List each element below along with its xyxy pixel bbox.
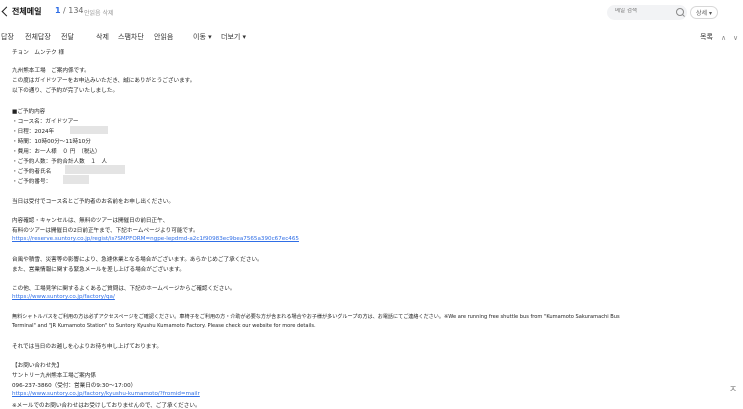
mark-unread-button[interactable]: 안읽음	[154, 32, 173, 42]
search-icon[interactable]	[676, 8, 684, 16]
body-line: 有料のツアーは開催日の2日前正午まで、下記ホームページより可能です。	[12, 228, 199, 234]
factory-link[interactable]: https://www.suntory.co.jp/factory/kyushu…	[12, 391, 200, 397]
delete-button[interactable]: 삭제	[96, 32, 109, 42]
body-line: ※メールでのお問い合わせはお受けしておりませんので、ご了承ください。	[12, 403, 201, 409]
body-line: 内容確認・キャンセルは、無料のツアーは開催日の前日正午、	[12, 218, 169, 224]
contact-heading: 【お問い合わせ先】	[12, 363, 63, 369]
search-box[interactable]	[607, 5, 687, 20]
shuttle-info-line: 無料シャトルバスをご利用の方は必ずアクセスページをご確認ください。車椅子をご利用…	[12, 314, 620, 320]
mail-count-current: 1	[55, 6, 61, 15]
redacted-date	[70, 126, 108, 134]
back-chevron-icon[interactable]	[1, 6, 12, 17]
mail-toolbar: 답장 전체답장 전달 삭제 스팸차단 안읽음 이동 ▾ 더보기 ▾ 목록	[0, 30, 743, 46]
body-line: それでは当日のお越しを心よりお待ち申し上げております。	[12, 344, 163, 350]
redacted-number	[63, 175, 89, 184]
reservation-people: ・ご予約人数：予約合計人数 １ 人	[12, 159, 108, 165]
body-line: この度はガイドツアーをお申込みいただき、誠にありがとうございます。	[12, 78, 196, 84]
mail-header: 전체메일 1 / 134 안읽음 삭제 상세 ▾	[0, 0, 743, 26]
reservation-number: ・ご予約番号：	[12, 179, 52, 185]
reservation-course: ・コース名：ガイドツアー	[12, 119, 79, 125]
previous-mail-button[interactable]: ∧	[721, 34, 726, 42]
body-line: また、営業情報に関する緊急メールを差し上げる場合がございます。	[12, 267, 185, 273]
body-line: 九州熊本工場 ご案内係です。	[12, 68, 90, 74]
redacted-name	[65, 165, 125, 174]
search-input[interactable]	[615, 8, 675, 14]
detail-search-button[interactable]: 상세 ▾	[690, 6, 718, 19]
mail-count-total: / 134	[63, 6, 84, 15]
recipient-line: チョン ムンテク 様	[12, 50, 65, 56]
reservation-time: ・時間：10時00分～11時10分	[12, 139, 91, 145]
body-line: 当日は受付でコース名とご予約者のお名前をお申し出ください。	[12, 199, 174, 205]
delete-unread-button[interactable]: 안읽음 삭제	[84, 8, 114, 17]
reservation-name: ・ご予約者氏名	[12, 169, 52, 175]
contact-phone: 096-237-3860（受付：営業日の9:30～17:00）	[12, 383, 137, 389]
spam-block-button[interactable]: 스팸차단	[118, 32, 144, 42]
move-dropdown[interactable]: 이동 ▾	[193, 32, 212, 42]
reply-button[interactable]: 답장	[1, 32, 14, 42]
forward-button[interactable]: 전달	[61, 32, 74, 42]
more-dropdown[interactable]: 더보기 ▾	[221, 32, 246, 42]
reservation-fee: ・費用：お一人様 ０ 円 （税込）	[12, 149, 101, 155]
reply-all-button[interactable]: 전체답장	[25, 32, 51, 42]
faq-link[interactable]: https://www.suntory.co.jp/factory/qa/	[12, 294, 115, 300]
reservation-link[interactable]: https://reserve.suntory.co.jp/regist/is?…	[12, 236, 299, 242]
body-line: この他、工場見学に関するよくあるご質問は、下記のホームページからご確認ください。	[12, 286, 236, 292]
shuttle-info-line: Terminal" and "JR Kumamoto Station" to S…	[12, 323, 316, 329]
contact-name: サントリー九州熊本工場ご案内係	[12, 373, 96, 379]
body-line: 以下の通り、ご予約が完了いたしました。	[12, 88, 119, 94]
reservation-date: ・日程：2024年	[12, 129, 55, 135]
list-button[interactable]: 목록	[700, 32, 713, 42]
body-line: 台風や積雪、災害等の影響により、急遽休業となる場合がございます。あらかじめご了承…	[12, 257, 263, 263]
next-mail-button[interactable]: ∨	[733, 34, 738, 42]
reservation-heading: ■ご予約内容	[12, 109, 46, 115]
folder-title[interactable]: 전체메일	[12, 6, 41, 17]
scroll-to-top-button[interactable]: ㅈ	[728, 385, 738, 395]
